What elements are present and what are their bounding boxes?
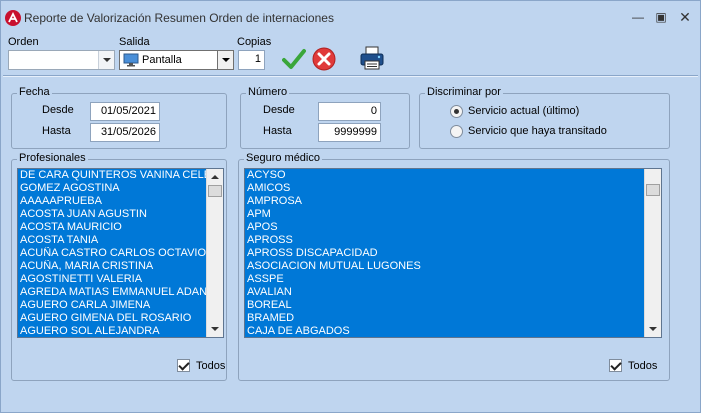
list-item[interactable]: AGREDA MATIAS EMMANUEL ADAN [18,286,207,299]
list-item[interactable]: BOREAL [245,299,645,312]
list-item[interactable]: ACOSTA TANIA [18,234,207,247]
list-item[interactable]: AAAAAPRUEBA [18,195,207,208]
orden-label: Orden [8,36,39,48]
monitor-icon [123,53,139,67]
numero-desde-label: Desde [263,104,295,116]
list-item[interactable]: APROSS DISCAPACIDAD [245,247,645,260]
fecha-desde-input[interactable]: 01/05/2021 [90,102,160,121]
chevron-down-icon[interactable] [217,51,233,69]
fecha-title: Fecha [17,86,52,98]
list-item[interactable]: GOMEZ AGOSTINA [18,182,207,195]
title-bar: Reporte de Valorización Resumen Orden de… [1,1,700,33]
maximize-button[interactable]: ▣ [651,8,671,26]
discriminar-group: Discriminar por [419,86,670,149]
fecha-hasta-label: Hasta [42,125,71,137]
numero-desde-input[interactable]: 0 [318,102,381,121]
profesionales-todos-checkbox[interactable] [177,359,190,372]
discriminar-title: Discriminar por [425,86,503,98]
list-item[interactable]: APOS [245,221,645,234]
toolbar-separator [3,75,698,77]
fecha-desde-label: Desde [42,104,74,116]
scroll-down-icon[interactable] [207,321,223,337]
list-item[interactable]: CAJA DE ABGADOS [245,325,645,337]
seguro-todos-checkbox[interactable] [609,359,622,372]
profesionales-items: DE CARA QUINTEROS VANINA CELESTE GOMEZ A… [18,169,207,337]
list-item[interactable]: ACUÑA CASTRO CARLOS OCTAVIO [18,247,207,260]
chevron-down-icon[interactable] [98,51,114,69]
seguro-items: ACYSO AMICOS AMPROSA APM APOS APROSS APR… [245,169,645,337]
profesionales-title: Profesionales [17,152,88,164]
numero-hasta-label: Hasta [263,125,292,137]
numero-title: Número [246,86,290,98]
list-item[interactable]: AGUERO SOL ALEJANDRA [18,325,207,337]
profesionales-todos-label: Todos [196,360,226,372]
scroll-thumb[interactable] [646,184,660,196]
copias-label: Copias [237,36,272,48]
minimize-button[interactable]: — [628,8,648,26]
list-item[interactable]: APROSS [245,234,645,247]
app-logo-icon [5,10,21,26]
scroll-thumb[interactable] [208,185,222,197]
printer-icon[interactable] [359,45,385,71]
salida-label: Salida [119,36,150,48]
list-item[interactable]: AMPROSA [245,195,645,208]
list-item[interactable]: AGUERO GIMENA DEL ROSARIO [18,312,207,325]
servicio-actual-label: Servicio actual (último) [468,105,580,117]
orden-select[interactable] [8,50,115,70]
list-item[interactable]: AGUERO CARLA JIMENA [18,299,207,312]
servicio-transitado-label: Servicio que haya transitado [468,125,607,137]
list-item[interactable]: DE CARA QUINTEROS VANINA CELESTE [18,169,207,182]
profesionales-scrollbar[interactable] [206,169,223,337]
scroll-down-icon[interactable] [645,321,661,337]
list-item[interactable]: APM [245,208,645,221]
list-item[interactable]: ASSPE [245,273,645,286]
scroll-up-icon[interactable] [207,169,223,185]
seguro-todos-label: Todos [628,360,658,372]
radio-servicio-transitado[interactable] [450,125,463,138]
seguro-list[interactable]: ACYSO AMICOS AMPROSA APM APOS APROSS APR… [244,168,662,338]
fecha-hasta-input[interactable]: 31/05/2026 [90,123,160,142]
list-item[interactable]: ACOSTA MAURICIO [18,221,207,234]
salida-value: Pantalla [142,54,182,66]
close-button[interactable]: ✕ [675,8,695,26]
seguro-scrollbar[interactable] [644,169,661,337]
list-item[interactable]: AMICOS [245,182,645,195]
window-title: Reporte de Valorización Resumen Orden de… [24,11,334,25]
numero-hasta-input[interactable]: 9999999 [318,123,381,142]
check-icon[interactable] [282,48,306,70]
list-item[interactable]: AVALIAN [245,286,645,299]
list-item[interactable]: ACYSO [245,169,645,182]
report-window: Reporte de Valorización Resumen Orden de… [0,0,701,413]
radio-servicio-actual[interactable] [450,105,463,118]
profesionales-list[interactable]: DE CARA QUINTEROS VANINA CELESTE GOMEZ A… [17,168,224,338]
copias-input[interactable]: 1 [238,50,265,70]
list-item[interactable]: ACUÑA, MARIA CRISTINA [18,260,207,273]
list-item[interactable]: BRAMED [245,312,645,325]
list-item[interactable]: ASOCIACION MUTUAL LUGONES [245,260,645,273]
list-item[interactable]: ACOSTA JUAN AGUSTIN [18,208,207,221]
salida-select[interactable]: Pantalla [119,50,234,70]
cancel-icon[interactable] [312,47,336,71]
list-item[interactable]: AGOSTINETTI VALERIA [18,273,207,286]
seguro-title: Seguro médico [244,152,322,164]
